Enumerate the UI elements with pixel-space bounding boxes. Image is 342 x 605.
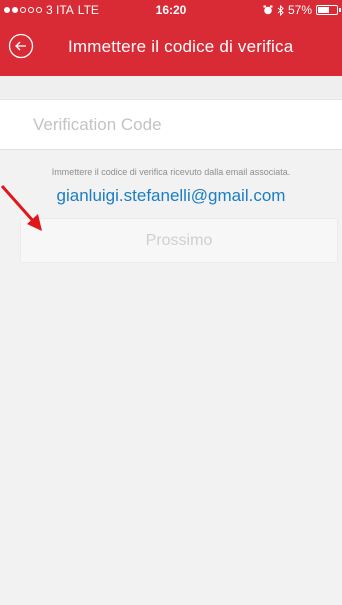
top-spacer	[0, 76, 342, 98]
status-bar: 3 ITA LTE 16:20 57%	[0, 0, 342, 20]
status-right: 57%	[263, 3, 341, 17]
page-title: Immettere il codice di verifica	[68, 37, 294, 56]
alarm-icon	[263, 5, 273, 15]
bluetooth-icon	[277, 4, 284, 16]
battery-percent: 57%	[287, 3, 312, 17]
back-arrow-circle-icon	[8, 33, 34, 59]
battery-icon	[316, 5, 341, 15]
next-button[interactable]: Prossimo	[20, 218, 338, 263]
nav-bar: Immettere il codice di verifica	[0, 20, 342, 76]
back-button[interactable]	[8, 33, 34, 59]
annotation-arrow-icon	[0, 185, 42, 231]
verification-code-input[interactable]	[0, 100, 342, 149]
associated-email: gianluigi.stefanelli@gmail.com	[56, 186, 286, 205]
verification-hint: Immettere il codice di verifica ricevuto…	[51, 167, 291, 177]
verification-code-row	[0, 99, 342, 150]
